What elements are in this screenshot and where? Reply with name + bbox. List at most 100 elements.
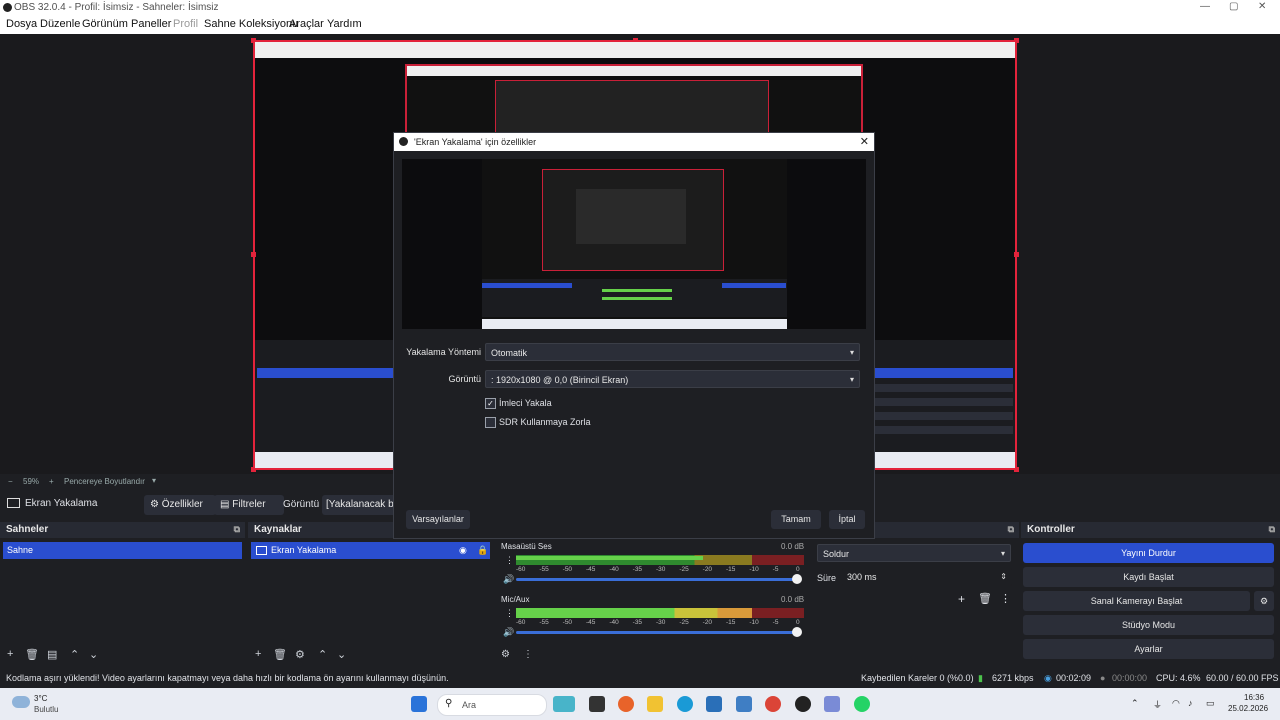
display-select[interactable]: : 1920x1080 @ 0,0 (Birincil Ekran) ▾ bbox=[485, 370, 860, 388]
menu-file[interactable]: Dosya bbox=[6, 18, 37, 30]
menu-profile[interactable]: Profil bbox=[173, 18, 198, 30]
zoom-in-button[interactable]: + bbox=[49, 477, 54, 486]
properties-button[interactable]: ⚙ Özellikler bbox=[144, 495, 216, 515]
mixer-settings-icon[interactable]: ⚙ bbox=[501, 649, 510, 660]
kebab-menu-icon[interactable]: ⋮ bbox=[505, 555, 514, 566]
kebab-menu-icon[interactable]: ⋮ bbox=[505, 608, 514, 619]
stream-icon: ◉ bbox=[1044, 673, 1052, 683]
defaults-button[interactable]: Varsayılanlar bbox=[406, 510, 470, 529]
filters-button[interactable]: ▤ Filtreler bbox=[214, 495, 284, 515]
gear-icon[interactable]: ⚙ bbox=[1254, 591, 1274, 611]
volume-slider-knob[interactable] bbox=[792, 574, 802, 584]
menu-scene-collection[interactable]: Sahne Koleksiyonu bbox=[204, 18, 298, 30]
capture-method-select[interactable]: Otomatik ▾ bbox=[485, 343, 860, 361]
menu-view[interactable]: Görünüm bbox=[82, 18, 128, 30]
add-source-icon[interactable]: + bbox=[255, 648, 261, 660]
gear-icon[interactable]: ⚙ bbox=[295, 648, 305, 661]
add-transition-icon[interactable]: + bbox=[958, 592, 965, 606]
snipping-tool-icon[interactable] bbox=[824, 696, 840, 712]
speaker-icon[interactable]: 🔊 bbox=[503, 574, 514, 585]
firefox-icon[interactable] bbox=[618, 696, 634, 712]
windows-start-icon[interactable] bbox=[411, 696, 427, 712]
add-scene-icon[interactable]: + bbox=[7, 648, 13, 660]
trash-icon[interactable]: 🗑 bbox=[978, 592, 992, 605]
trash-icon[interactable]: 🗑 bbox=[273, 648, 287, 661]
kebab-menu-icon[interactable]: ⋮ bbox=[523, 649, 533, 660]
obs-icon[interactable] bbox=[795, 696, 811, 712]
window-title: OBS 32.0.4 - Profil: İsimsiz - Sahneler:… bbox=[14, 2, 219, 13]
wifi-icon[interactable]: ◠ bbox=[1172, 698, 1180, 709]
trash-icon[interactable]: 🗑 bbox=[25, 648, 39, 661]
volume-slider[interactable] bbox=[516, 578, 798, 581]
source-item[interactable]: Ekran Yakalama ◉ 🔒 bbox=[251, 542, 490, 559]
cpu-usage: CPU: 4.6% bbox=[1156, 673, 1201, 683]
minimize-icon[interactable]: — bbox=[1200, 1, 1210, 12]
meter-tick-label: -40 bbox=[609, 619, 619, 626]
maximize-icon[interactable]: ▢ bbox=[1229, 1, 1238, 12]
cancel-button[interactable]: İptal bbox=[829, 510, 865, 529]
usb-icon[interactable]: ⏚ bbox=[1153, 698, 1162, 711]
start-recording-button[interactable]: Kaydı Başlat bbox=[1023, 567, 1274, 587]
ok-button[interactable]: Tamam bbox=[771, 510, 821, 529]
stop-streaming-button[interactable]: Yayını Durdur bbox=[1023, 543, 1274, 563]
fps: 60.00 / 60.00 FPS bbox=[1206, 673, 1279, 683]
menu-tools[interactable]: Araçlar bbox=[289, 18, 324, 30]
menu-docks[interactable]: Paneller bbox=[131, 18, 171, 30]
chrome-icon[interactable] bbox=[765, 696, 781, 712]
scene-item[interactable]: Sahne bbox=[3, 542, 242, 559]
close-icon[interactable]: ✕ bbox=[860, 135, 869, 148]
studio-mode-button[interactable]: Stüdyo Modu bbox=[1023, 615, 1274, 635]
task-view-icon[interactable] bbox=[589, 696, 605, 712]
filter-icon[interactable]: ▤ bbox=[47, 648, 57, 661]
chevron-up-icon[interactable]: ⌃ bbox=[1131, 698, 1139, 709]
display-select[interactable]: [Yakalanacak bir bbox=[322, 495, 400, 515]
spin-arrows-icon[interactable]: ⇕ bbox=[1000, 568, 1007, 586]
resize-handle[interactable] bbox=[251, 252, 256, 257]
chevron-down-icon[interactable]: ▾ bbox=[152, 476, 156, 485]
speaker-icon[interactable]: 🔊 bbox=[503, 627, 514, 638]
menu-edit[interactable]: Düzenle bbox=[40, 18, 80, 30]
file-explorer-icon[interactable] bbox=[647, 696, 663, 712]
weather-temp: 3°C bbox=[34, 694, 48, 703]
move-up-icon[interactable]: ⌃ bbox=[70, 648, 79, 661]
settings-button[interactable]: Ayarlar bbox=[1023, 639, 1274, 659]
captured-screen-titlebar bbox=[255, 42, 1015, 58]
fit-to-window-button[interactable]: Pencereye Boyutlandır bbox=[64, 477, 145, 486]
lock-icon[interactable]: 🔒 bbox=[477, 542, 488, 559]
meter-tick-label: -25 bbox=[679, 619, 689, 626]
volume-slider[interactable] bbox=[516, 631, 798, 634]
encoder-warning: Kodlama aşırı yüklendi! Video ayarlarını… bbox=[6, 673, 449, 683]
capture-cursor-checkbox[interactable]: ✓ bbox=[485, 398, 496, 409]
zoom-out-button[interactable]: − bbox=[8, 477, 13, 486]
audio-mixer-dock: Masaüstü Ses 0.0 dB ⋮ 🔊 Mic/Aux 0.0 dB ⋮… bbox=[496, 522, 811, 666]
volume-icon[interactable]: ♪ bbox=[1188, 698, 1193, 708]
volume-slider-knob[interactable] bbox=[792, 627, 802, 637]
calculator-icon[interactable] bbox=[706, 696, 722, 712]
eye-icon[interactable]: ◉ bbox=[459, 542, 467, 559]
start-virtual-camera-button[interactable]: Sanal Kamerayı Başlat bbox=[1023, 591, 1250, 611]
close-icon[interactable]: ✕ bbox=[1258, 1, 1266, 12]
move-down-icon[interactable]: ⌄ bbox=[89, 648, 98, 661]
menu-help[interactable]: Yardım bbox=[327, 18, 362, 30]
popout-icon[interactable]: ⧉ bbox=[1008, 524, 1014, 535]
mixer-channel-db: 0.0 dB bbox=[781, 542, 805, 551]
taskbar-search[interactable]: ⚲ Ara bbox=[437, 694, 547, 716]
transition-select[interactable]: Soldur ▾ bbox=[817, 544, 1011, 562]
meter-tick-label: -60 bbox=[516, 619, 526, 626]
mixer-channel-name: Mic/Aux bbox=[501, 595, 530, 604]
app-icon[interactable] bbox=[736, 696, 752, 712]
signal-icon: ▮ bbox=[978, 673, 983, 683]
popout-icon[interactable]: ⧉ bbox=[1269, 524, 1275, 535]
whatsapp-icon[interactable] bbox=[854, 696, 870, 712]
kebab-menu-icon[interactable]: ⋮ bbox=[1000, 592, 1011, 605]
move-down-icon[interactable]: ⌄ bbox=[337, 648, 346, 661]
filter-icon: ▤ bbox=[220, 499, 230, 510]
duration-spinbox[interactable]: 300 ms ⇕ bbox=[842, 568, 1012, 586]
move-up-icon[interactable]: ⌃ bbox=[318, 648, 327, 661]
resize-handle[interactable] bbox=[1014, 252, 1019, 257]
force-sdr-checkbox[interactable] bbox=[485, 417, 496, 428]
battery-icon[interactable]: ▭ bbox=[1206, 698, 1215, 709]
edge-icon[interactable] bbox=[677, 696, 693, 712]
popout-icon[interactable]: ⧉ bbox=[234, 524, 240, 535]
widget-icon[interactable] bbox=[553, 696, 575, 712]
